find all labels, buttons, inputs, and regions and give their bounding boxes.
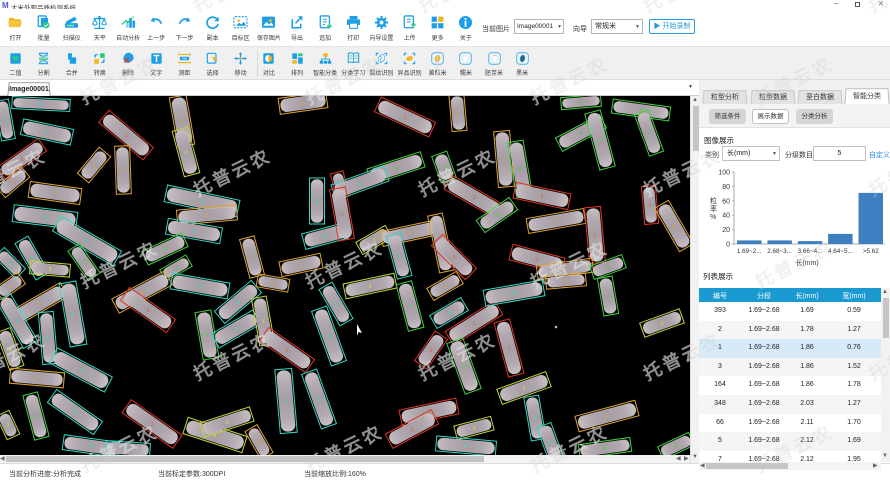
svg-text:4: 4: [606, 265, 609, 271]
svg-text:2: 2: [672, 224, 675, 230]
svg-text:4.64~5...: 4.64~5...: [828, 248, 853, 255]
svg-text:5: 5: [192, 229, 195, 235]
svg-text:1: 1: [285, 348, 288, 354]
svg-text:2: 2: [554, 219, 557, 225]
svg-text:5: 5: [234, 327, 237, 333]
svg-text:2: 2: [8, 284, 11, 290]
svg-text:5: 5: [79, 368, 82, 374]
svg-text:40: 40: [722, 213, 730, 220]
svg-text:2: 2: [502, 157, 505, 163]
svg-text:4: 4: [205, 333, 208, 339]
svg-text:5: 5: [284, 399, 287, 405]
svg-text:4: 4: [598, 138, 601, 144]
svg-text:4: 4: [394, 166, 397, 172]
svg-text:5: 5: [358, 181, 361, 187]
svg-text:粒: 粒: [710, 196, 717, 205]
svg-text:5: 5: [85, 239, 88, 245]
svg-text:2: 2: [443, 284, 446, 290]
svg-text:4: 4: [606, 294, 609, 300]
svg-text:2: 2: [92, 163, 95, 169]
svg-text:率: 率: [710, 204, 717, 213]
svg-text:1: 1: [472, 195, 475, 201]
svg-text:5: 5: [317, 397, 320, 403]
svg-text:1: 1: [124, 133, 127, 139]
svg-text:1: 1: [472, 321, 475, 327]
svg-text:5: 5: [327, 334, 330, 340]
svg-text:20: 20: [722, 227, 730, 234]
svg-text:5: 5: [512, 291, 515, 297]
svg-text:4: 4: [674, 444, 677, 450]
svg-text:4: 4: [647, 131, 650, 137]
svg-text:5: 5: [8, 261, 11, 267]
svg-text:5: 5: [334, 302, 337, 308]
svg-text:3: 3: [368, 284, 371, 290]
svg-text:1: 1: [403, 115, 406, 121]
svg-text:5: 5: [464, 444, 467, 450]
svg-text:3: 3: [48, 267, 51, 273]
svg-text:2: 2: [37, 302, 40, 308]
svg-text:80: 80: [722, 184, 730, 191]
svg-text:4: 4: [163, 247, 166, 253]
svg-text:5: 5: [236, 300, 239, 306]
svg-text:2: 2: [180, 119, 183, 125]
svg-text:4: 4: [518, 167, 521, 173]
svg-text:5: 5: [45, 130, 48, 136]
svg-text:2: 2: [250, 255, 253, 261]
svg-text:2: 2: [205, 213, 208, 219]
svg-text:5: 5: [315, 199, 318, 205]
svg-text:2: 2: [456, 111, 459, 117]
svg-text:0: 0: [726, 242, 730, 249]
svg-text:4: 4: [34, 414, 37, 420]
svg-text:2: 2: [257, 440, 260, 446]
svg-text:>5.62: >5.62: [863, 248, 879, 255]
svg-text:4: 4: [495, 213, 498, 219]
svg-text:100: 100: [718, 170, 730, 177]
svg-text:1: 1: [535, 257, 538, 263]
svg-text:5: 5: [323, 234, 326, 240]
svg-text:4: 4: [174, 266, 177, 272]
svg-text:3: 3: [225, 420, 228, 426]
svg-text:2: 2: [301, 101, 304, 107]
svg-text:5: 5: [533, 416, 536, 422]
svg-text:2: 2: [53, 191, 56, 197]
svg-text:1: 1: [340, 212, 343, 218]
svg-text:3: 3: [660, 321, 663, 327]
svg-text:3: 3: [472, 426, 475, 432]
svg-text:1: 1: [410, 427, 413, 433]
svg-text:5: 5: [39, 102, 42, 108]
svg-text:3: 3: [261, 319, 264, 325]
svg-text:4: 4: [579, 131, 582, 137]
svg-text:2: 2: [605, 414, 608, 420]
svg-text:3.66~4...: 3.66~4...: [798, 248, 823, 255]
svg-text:3: 3: [522, 386, 525, 392]
svg-text:1: 1: [648, 203, 651, 209]
svg-text:1: 1: [452, 255, 455, 261]
svg-text:2: 2: [408, 231, 411, 237]
svg-text:3: 3: [6, 423, 9, 429]
svg-text:60: 60: [722, 198, 730, 205]
svg-text:5: 5: [71, 312, 74, 318]
svg-text:4: 4: [408, 304, 411, 310]
svg-text:1.69~2...: 1.69~2...: [737, 248, 762, 255]
svg-text:5: 5: [73, 410, 76, 416]
svg-text:1: 1: [540, 194, 543, 200]
svg-text:3: 3: [184, 150, 187, 156]
svg-text:1: 1: [146, 308, 149, 314]
svg-text:2: 2: [35, 376, 38, 382]
svg-text:5: 5: [198, 284, 201, 290]
svg-text:5: 5: [447, 311, 450, 317]
svg-text:4: 4: [603, 446, 606, 452]
svg-text:2.68~3...: 2.68~3...: [767, 248, 792, 255]
svg-text:5: 5: [15, 319, 18, 325]
svg-text:2: 2: [121, 168, 124, 174]
svg-text:5: 5: [397, 254, 400, 260]
svg-text:%: %: [710, 214, 716, 221]
svg-text:长(mm): 长(mm): [795, 258, 818, 267]
svg-text:4: 4: [579, 100, 582, 106]
svg-text:5: 5: [3, 118, 6, 124]
svg-text:1: 1: [507, 346, 510, 352]
svg-text:5: 5: [43, 215, 46, 221]
svg-text:2: 2: [299, 263, 302, 269]
svg-text:2: 2: [271, 281, 274, 287]
